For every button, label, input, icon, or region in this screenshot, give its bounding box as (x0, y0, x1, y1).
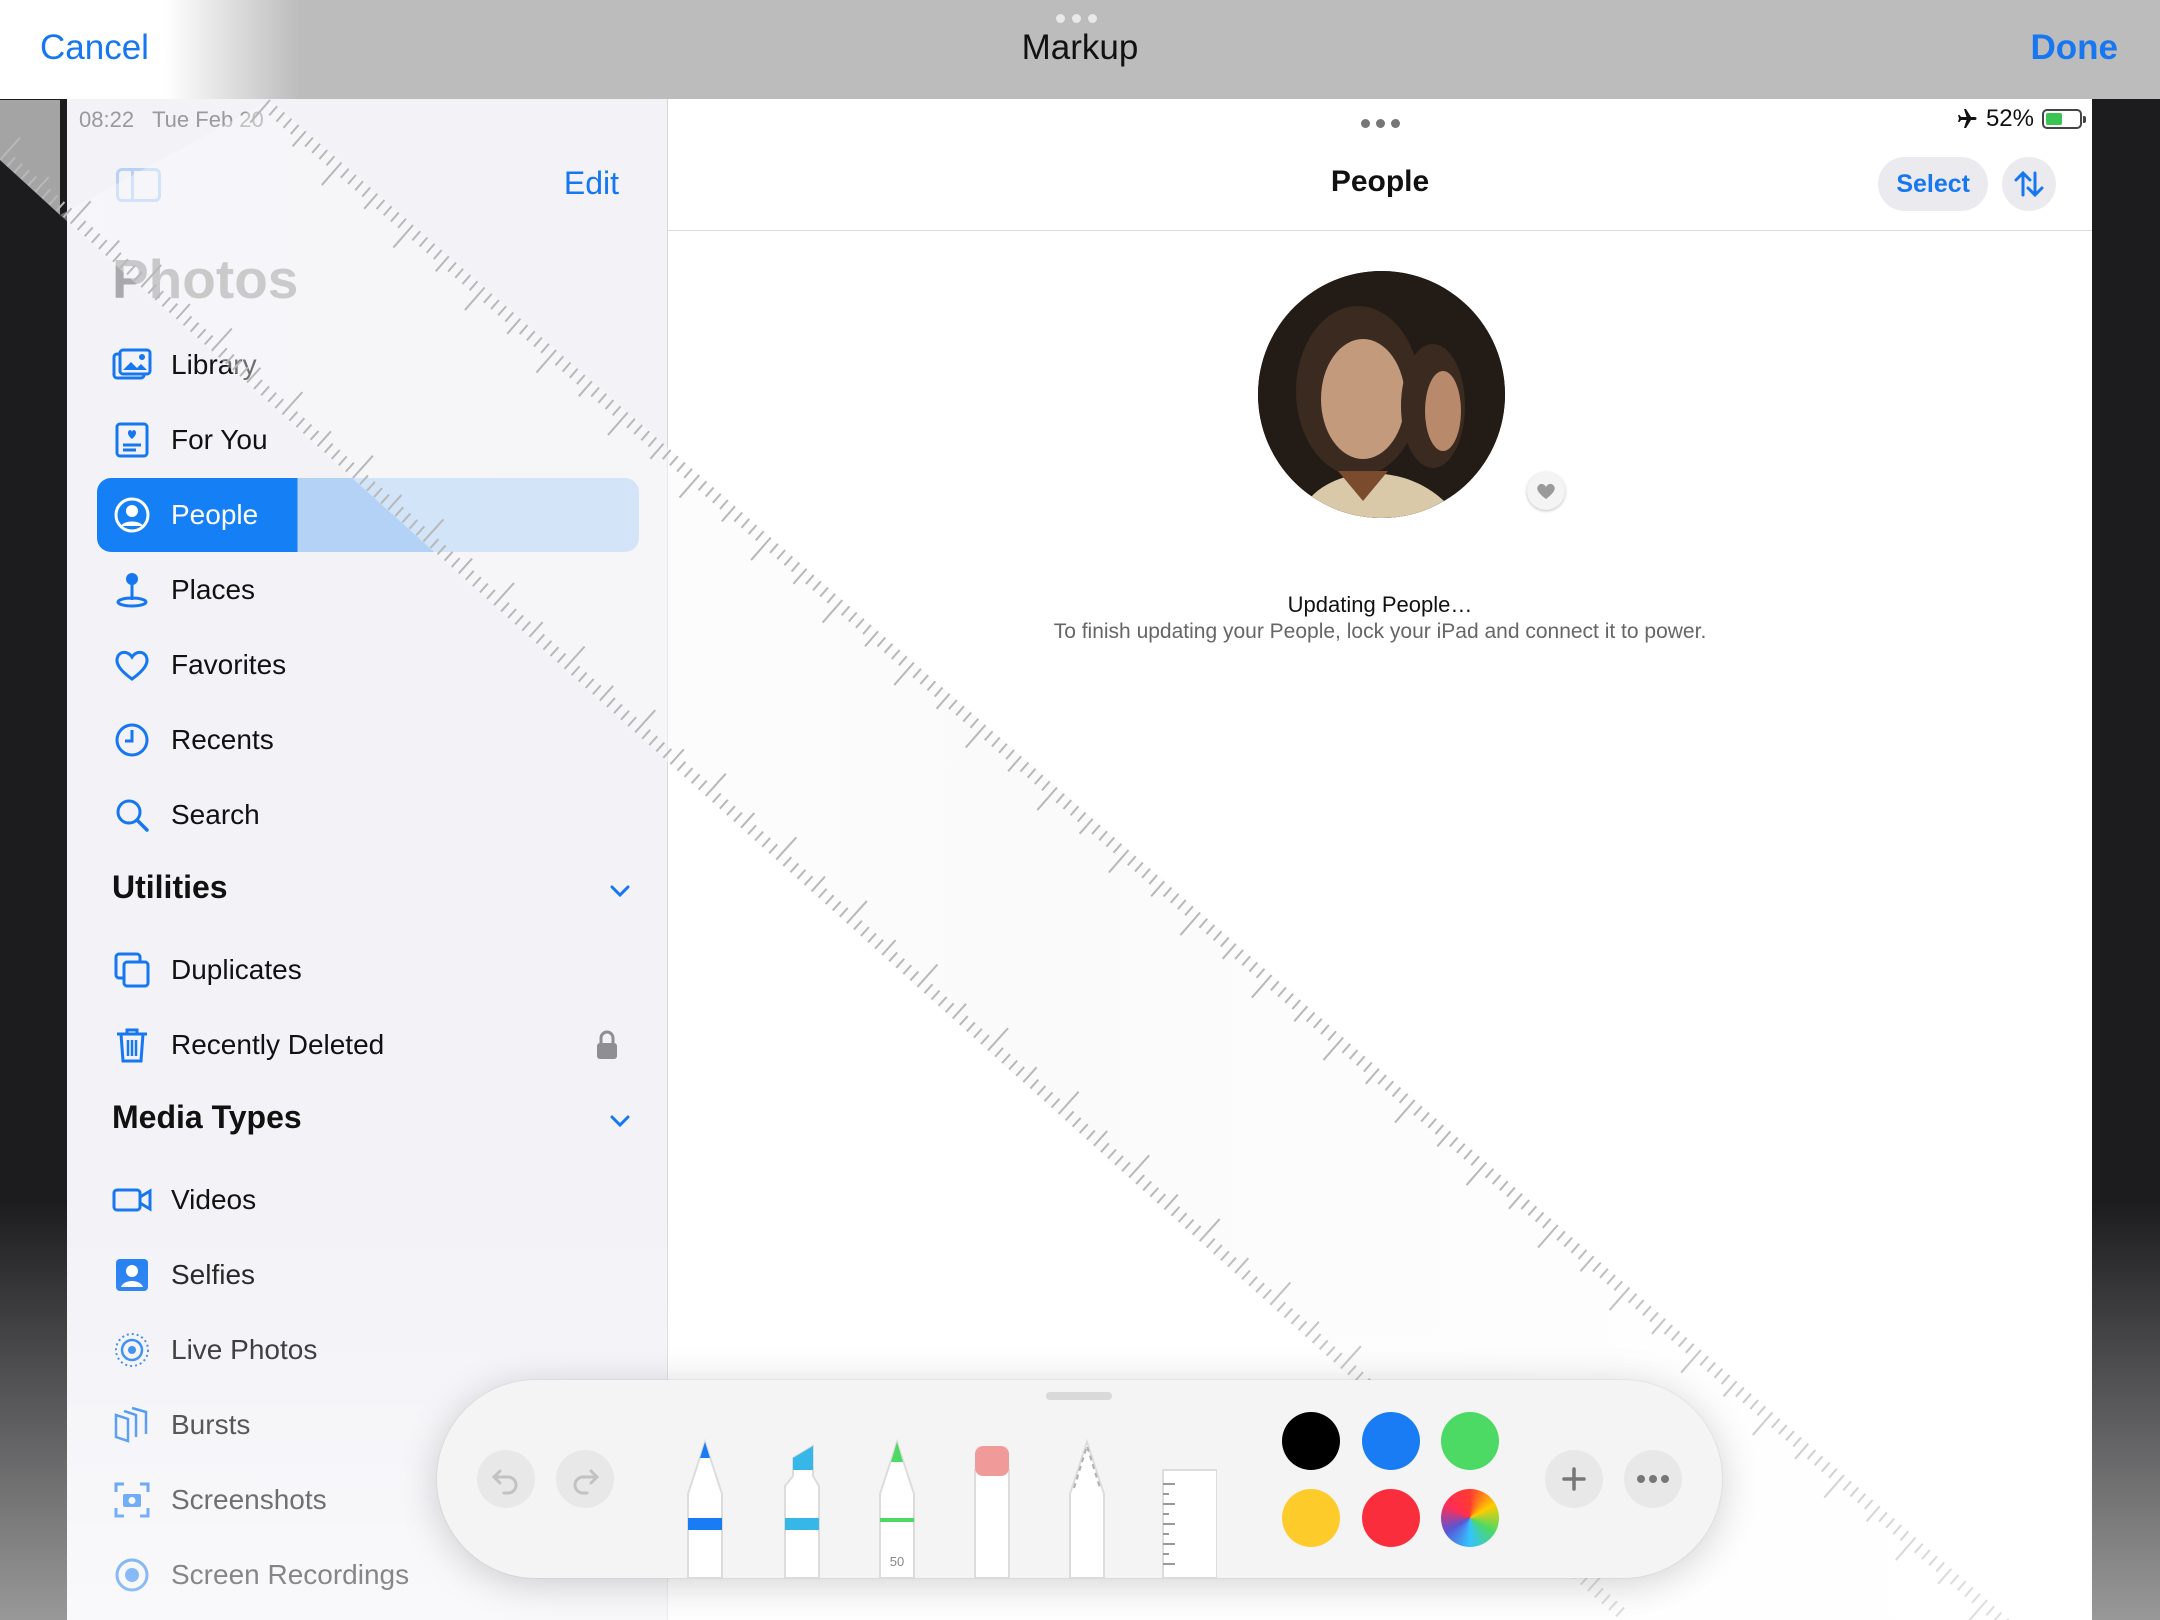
markup-tool-palette: 50 (437, 1380, 1722, 1578)
redo-icon (573, 1469, 600, 1495)
color-picker-icon[interactable] (1441, 1489, 1499, 1547)
undo-icon (491, 1469, 518, 1495)
ellipsis-icon (1637, 1475, 1669, 1483)
plus-icon (1562, 1467, 1586, 1491)
undo-button[interactable] (477, 1450, 535, 1508)
color-swatch-yellow[interactable] (1282, 1489, 1340, 1547)
color-swatch-black[interactable] (1282, 1412, 1340, 1470)
lasso-tool[interactable] (1064, 1436, 1110, 1578)
ruler-tool[interactable] (1157, 1436, 1217, 1578)
color-swatch-blue[interactable] (1362, 1412, 1420, 1470)
more-button[interactable] (1624, 1450, 1682, 1508)
pencil-tool[interactable]: 50 (874, 1436, 920, 1578)
add-button[interactable] (1545, 1450, 1603, 1508)
color-swatch-red[interactable] (1362, 1489, 1420, 1547)
marker-width-label: 50 (890, 1554, 904, 1569)
palette-handle[interactable] (1046, 1392, 1112, 1400)
pen-tool[interactable] (682, 1436, 728, 1578)
ruler-overlay[interactable] (0, 0, 2160, 1620)
highlighter-tool[interactable] (779, 1436, 825, 1578)
redo-button[interactable] (556, 1450, 614, 1508)
color-swatch-green[interactable] (1441, 1412, 1499, 1470)
eraser-tool[interactable] (969, 1436, 1015, 1578)
